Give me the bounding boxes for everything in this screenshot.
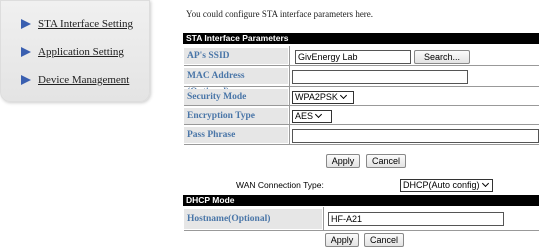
ssid-input[interactable] xyxy=(295,50,411,64)
table-divider xyxy=(184,144,539,145)
search-button[interactable]: Search... xyxy=(414,50,470,64)
arrow-right-icon xyxy=(21,75,31,85)
sidebar-item-label: Application Setting xyxy=(38,46,124,58)
dhcp-mode-header: DHCP Mode xyxy=(183,195,539,206)
sta-parameters-header: STA Interface Parameters xyxy=(183,33,539,44)
table-column-divider xyxy=(323,207,324,231)
wan-connection-type-select[interactable]: DHCP(Auto config) xyxy=(400,179,493,192)
apply-button[interactable]: Apply xyxy=(326,154,360,168)
hostname-input[interactable] xyxy=(328,212,504,226)
encryption-type-select[interactable]: AES xyxy=(292,110,332,123)
sidebar-item-device-management[interactable]: Device Management xyxy=(21,74,129,86)
chevron-down-icon xyxy=(314,110,323,119)
wan-connection-type-label: WAN Connection Type: xyxy=(236,180,324,190)
sidebar-item-application-setting[interactable]: Application Setting xyxy=(21,46,124,58)
security-mode-value: WPA2PSK xyxy=(295,92,338,102)
table-divider xyxy=(184,86,539,87)
table-divider xyxy=(184,105,539,106)
sidebar-item-sta-interface-setting[interactable]: STA Interface Setting xyxy=(21,18,133,30)
hostname-label: Hostname(Optional) xyxy=(184,209,322,229)
arrow-right-icon xyxy=(21,47,31,57)
ssid-label: AP's SSID xyxy=(184,48,288,64)
encryption-type-value: AES xyxy=(295,111,314,121)
wan-connection-type-value: DHCP(Auto config) xyxy=(403,180,480,190)
encryption-type-label: Encryption Type xyxy=(184,108,288,124)
pass-phrase-label: Pass Phrase xyxy=(184,127,288,143)
pass-phrase-input[interactable] xyxy=(292,129,539,143)
arrow-right-icon xyxy=(21,19,31,29)
security-mode-label: Security Mode xyxy=(184,89,288,105)
intro-text: You could configure STA interface parame… xyxy=(186,9,374,19)
table-divider xyxy=(184,65,539,66)
table-divider xyxy=(184,230,539,231)
mac-address-input[interactable] xyxy=(292,70,468,84)
chevron-down-icon xyxy=(339,91,347,100)
chevron-down-icon xyxy=(481,179,489,188)
cancel-button[interactable]: Cancel xyxy=(366,154,406,168)
mac-address-label: MAC Address (Optional) xyxy=(184,68,288,97)
sidebar-item-label: STA Interface Setting xyxy=(38,18,134,30)
security-mode-select[interactable]: WPA2PSK xyxy=(292,91,354,104)
sidebar: STA Interface Setting Application Settin… xyxy=(0,0,150,102)
sidebar-item-label: Device Management xyxy=(38,74,130,86)
table-column-divider xyxy=(289,46,290,145)
table-divider xyxy=(184,124,539,125)
